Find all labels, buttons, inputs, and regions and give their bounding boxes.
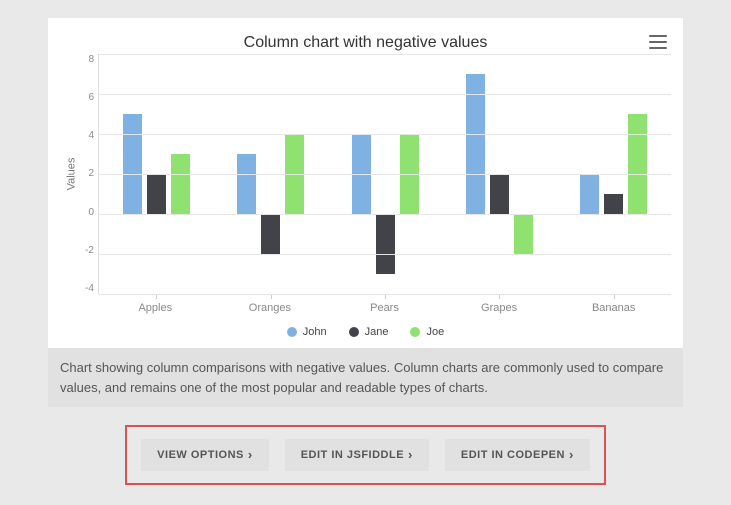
y-tick: -4 xyxy=(78,283,94,294)
y-tick: 2 xyxy=(78,168,94,179)
legend-item[interactable]: Joe xyxy=(410,326,444,338)
bar-fill xyxy=(376,214,395,274)
y-tick: -2 xyxy=(78,245,94,256)
x-label: Pears xyxy=(327,302,442,314)
legend-item[interactable]: Jane xyxy=(349,326,389,338)
bar-fill xyxy=(261,214,280,254)
bar-fill xyxy=(628,114,647,214)
gridline xyxy=(99,94,671,95)
legend-item[interactable]: John xyxy=(287,326,327,338)
bar-fill xyxy=(604,194,623,214)
y-tick: 6 xyxy=(78,92,94,103)
bar-fill xyxy=(171,154,190,214)
bar-fill xyxy=(580,174,599,214)
legend-label: Jane xyxy=(365,326,389,338)
bar-fill xyxy=(237,154,256,214)
x-axis-labels: ApplesOrangesPearsGrapesBananas xyxy=(98,302,671,314)
chart-card: Column chart with negative values Values… xyxy=(48,18,683,348)
y-axis-label: Values xyxy=(65,158,77,191)
chart-title: Column chart with negative values xyxy=(60,28,671,54)
bar-fill xyxy=(514,214,533,254)
legend: John Jane Joe xyxy=(60,326,671,338)
gridline xyxy=(99,214,671,215)
x-label: Grapes xyxy=(442,302,557,314)
hamburger-icon[interactable] xyxy=(647,32,669,52)
gridline xyxy=(99,174,671,175)
legend-label: Joe xyxy=(426,326,444,338)
gridline xyxy=(99,254,671,255)
y-tick: 8 xyxy=(78,54,94,65)
x-label: Apples xyxy=(98,302,213,314)
y-tick: 4 xyxy=(78,130,94,141)
edit-jsfiddle-button[interactable]: EDIT IN JSFIDDLE › xyxy=(285,439,429,471)
view-options-label: VIEW OPTIONS xyxy=(157,449,244,461)
edit-codepen-label: EDIT IN CODEPEN xyxy=(461,449,565,461)
y-tick: 0 xyxy=(78,207,94,218)
gridline xyxy=(99,134,671,135)
chart-description: Chart showing column comparisons with ne… xyxy=(48,348,683,407)
bar-fill xyxy=(147,174,166,214)
plot xyxy=(98,54,671,294)
y-axis-ticks: 8 6 4 2 0 -2 -4 xyxy=(78,54,98,294)
plot-area: Values 8 6 4 2 0 -2 -4 xyxy=(60,54,671,294)
legend-label: John xyxy=(303,326,327,338)
bar-fill xyxy=(490,174,509,214)
gridline xyxy=(99,294,671,295)
x-label: Bananas xyxy=(556,302,671,314)
legend-swatch xyxy=(410,327,420,337)
legend-swatch xyxy=(287,327,297,337)
edit-jsfiddle-label: EDIT IN JSFIDDLE xyxy=(301,449,404,461)
x-label: Oranges xyxy=(213,302,328,314)
edit-codepen-button[interactable]: EDIT IN CODEPEN › xyxy=(445,439,590,471)
gridline xyxy=(99,54,671,55)
action-button-row: VIEW OPTIONS › EDIT IN JSFIDDLE › EDIT I… xyxy=(125,425,606,485)
view-options-button[interactable]: VIEW OPTIONS › xyxy=(141,439,269,471)
bar-fill xyxy=(466,74,485,214)
bar-fill xyxy=(123,114,142,214)
legend-swatch xyxy=(349,327,359,337)
